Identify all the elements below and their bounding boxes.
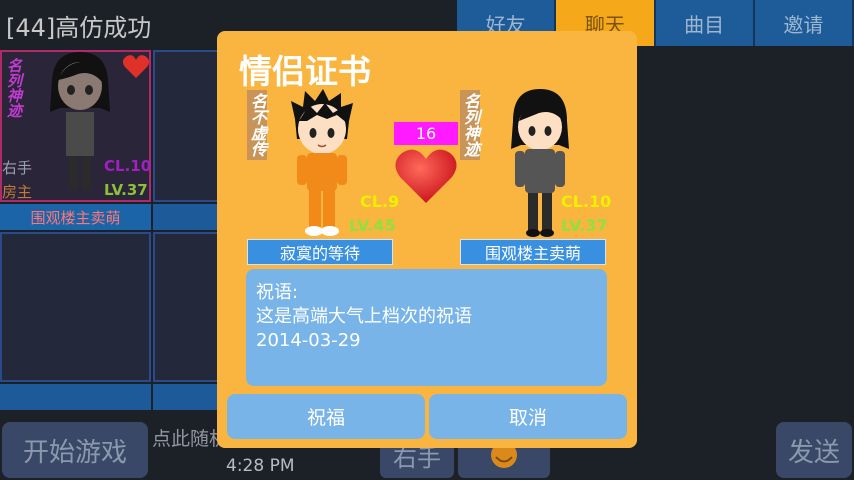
clock: 4:28 PM [226,456,295,476]
right-vertical-title: 名列神迹 [460,90,480,160]
player-name-bar [153,384,219,410]
right-lv: LV.37 [561,216,608,235]
player-vertical-title: 名列神迹 [5,58,23,118]
player-name-bar: 围观楼主卖萌 [0,204,151,230]
player-lv: LV.37 [104,181,148,199]
player-name-bar [0,384,151,410]
player-slot[interactable] [153,232,219,382]
right-cl: CL.10 [561,192,612,211]
right-username: 围观楼主卖萌 [460,239,606,265]
bless-button[interactable]: 祝福 [227,394,425,439]
start-game-button[interactable]: 开始游戏 [2,422,148,478]
cancel-button[interactable]: 取消 [429,394,627,439]
left-username: 寂寞的等待 [247,239,393,265]
left-character-avatar [291,89,353,236]
player-host-badge: 房主 [2,183,33,201]
wish-label: 祝语: [256,282,299,303]
player-role: 右手 [2,159,33,177]
wish-message-box: 祝语: 这是高端大气上档次的祝语 2014-03-29 [246,269,607,386]
wish-date: 2014-03-29 [256,330,361,351]
left-lv: LV.45 [349,216,396,235]
tab-invite[interactable]: 邀请 [754,0,854,46]
player-name-bar [153,204,219,230]
player-slot[interactable] [153,50,219,202]
couple-certificate-dialog: 情侣证书 名不虚传 名列神迹 CL.9 LV.45 CL.10 LV.37 16… [217,31,637,448]
player-avatar [50,52,110,190]
wish-text: 这是高端大气上档次的祝语 [256,306,472,327]
dialog-title: 情侣证书 [239,52,371,91]
left-vertical-title: 名不虚传 [247,90,267,160]
send-button[interactable]: 发送 [776,422,852,478]
heart-icon [395,149,457,203]
player-slot[interactable] [0,232,151,382]
room-title: [44]高仿成功 [6,14,152,42]
player-cl: CL.10 [104,157,152,175]
intimacy-score: 16 [394,122,458,145]
heart-icon [122,55,150,78]
tab-songs[interactable]: 曲目 [655,0,755,46]
